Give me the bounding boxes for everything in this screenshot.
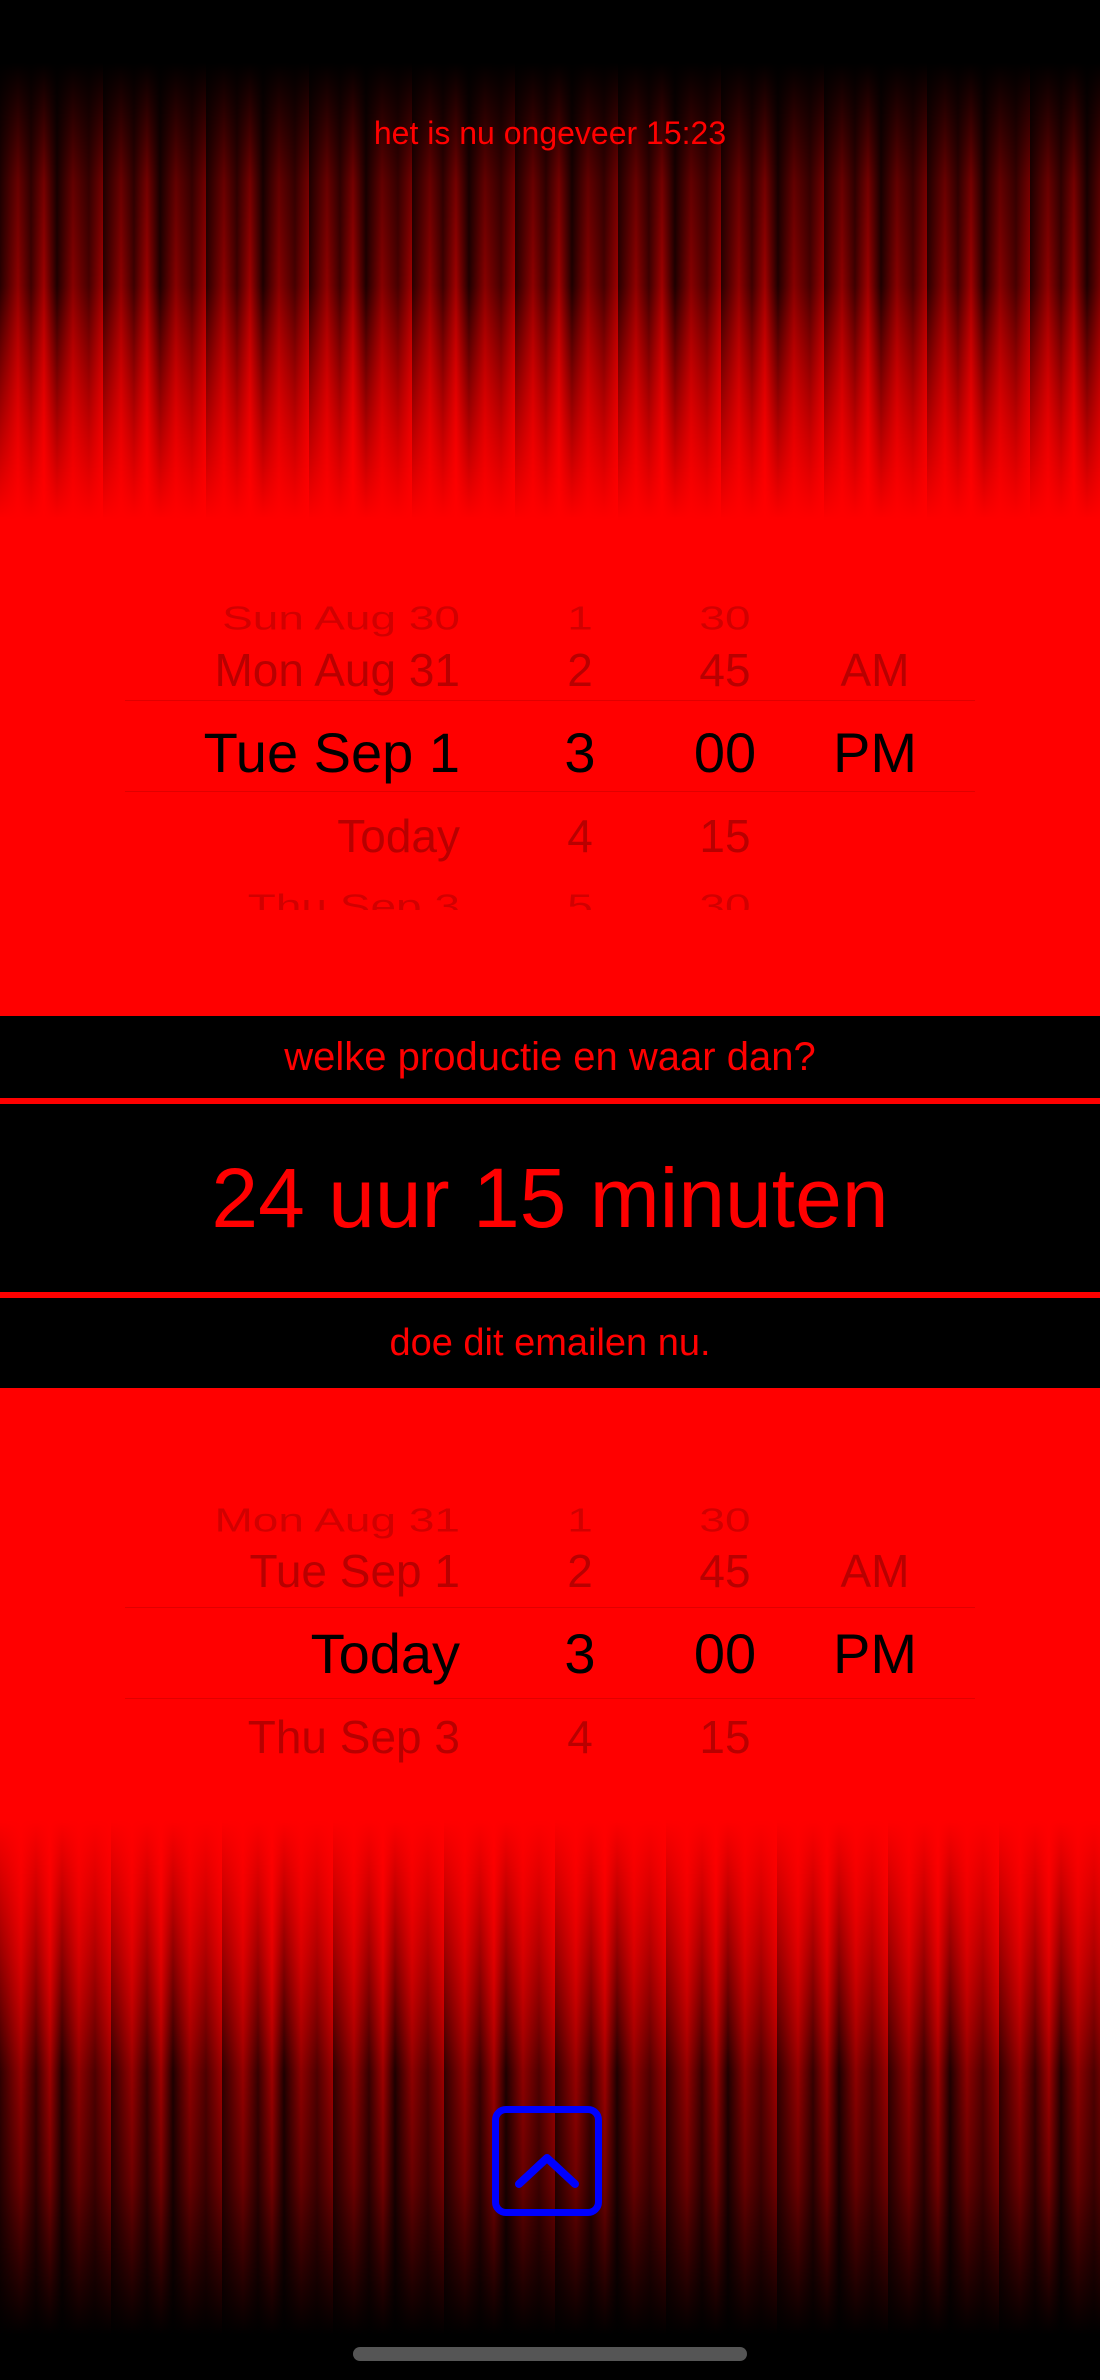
picker-hour: 2 [567,1545,593,1597]
picker-ampm: PM [833,1622,917,1685]
current-time-label: het is nu ongeveer 15:23 [373,115,727,151]
picker-row-selected[interactable]: Tue Sep 1 3 00 PM [0,711,1100,795]
picker-date: Thu Sep 3 [247,1711,460,1763]
chevron-up-icon [515,2154,579,2188]
background-streaks-bottom [0,1820,1100,2380]
end-datetime-picker[interactable]: Mon Aug 31 1 30 Tue Sep 1 2 45 AM Today … [0,1483,1100,1783]
background-streaks-top [0,0,1100,520]
picker-ampm: PM [833,721,917,784]
picker-row-selected[interactable]: Today 3 00 PM [0,1612,1100,1696]
picker-date: Today [310,1622,460,1685]
picker-minute: 00 [693,1622,757,1685]
picker-minute: 45 [699,1545,751,1597]
picker-ampm [815,1695,935,1779]
picker-date: Mon Aug 31 [214,644,460,696]
picker-minute: 15 [699,1711,751,1763]
question-button[interactable]: welke productie en waar dan? [0,1016,1100,1098]
picker-row[interactable]: Thu Sep 3 5 30 [0,864,1100,910]
picker-hour: 4 [567,1711,593,1763]
home-indicator[interactable] [353,2347,747,2361]
picker-ampm [815,876,935,910]
picker-row[interactable]: Tue Sep 1 2 45 AM [0,1529,1100,1613]
picker-row[interactable]: Mon Aug 31 2 45 AM [0,628,1100,712]
picker-date: Thu Sep 3 [247,887,460,910]
picker-date: Tue Sep 1 [203,721,460,784]
start-datetime-picker[interactable]: Sun Aug 30 1 30 Mon Aug 31 2 45 AM Tue S… [0,580,1100,910]
picker-hour: 3 [564,721,596,784]
picker-minute: 30 [699,887,751,910]
email-button[interactable]: doe dit emailen nu. [0,1298,1100,1388]
picker-hour: 3 [564,1622,596,1685]
picker-hour: 5 [567,887,593,910]
duration-display: 24 uur 15 minuten [0,1104,1100,1292]
picker-row[interactable]: Thu Sep 3 4 15 [0,1695,1100,1779]
picker-minute: 00 [693,721,757,784]
scroll-up-button[interactable] [492,2106,602,2216]
picker-ampm: AM [840,1545,910,1597]
picker-date: Tue Sep 1 [249,1545,460,1597]
picker-minute: 45 [699,644,751,696]
picker-ampm: AM [840,644,910,696]
picker-hour: 2 [567,644,593,696]
